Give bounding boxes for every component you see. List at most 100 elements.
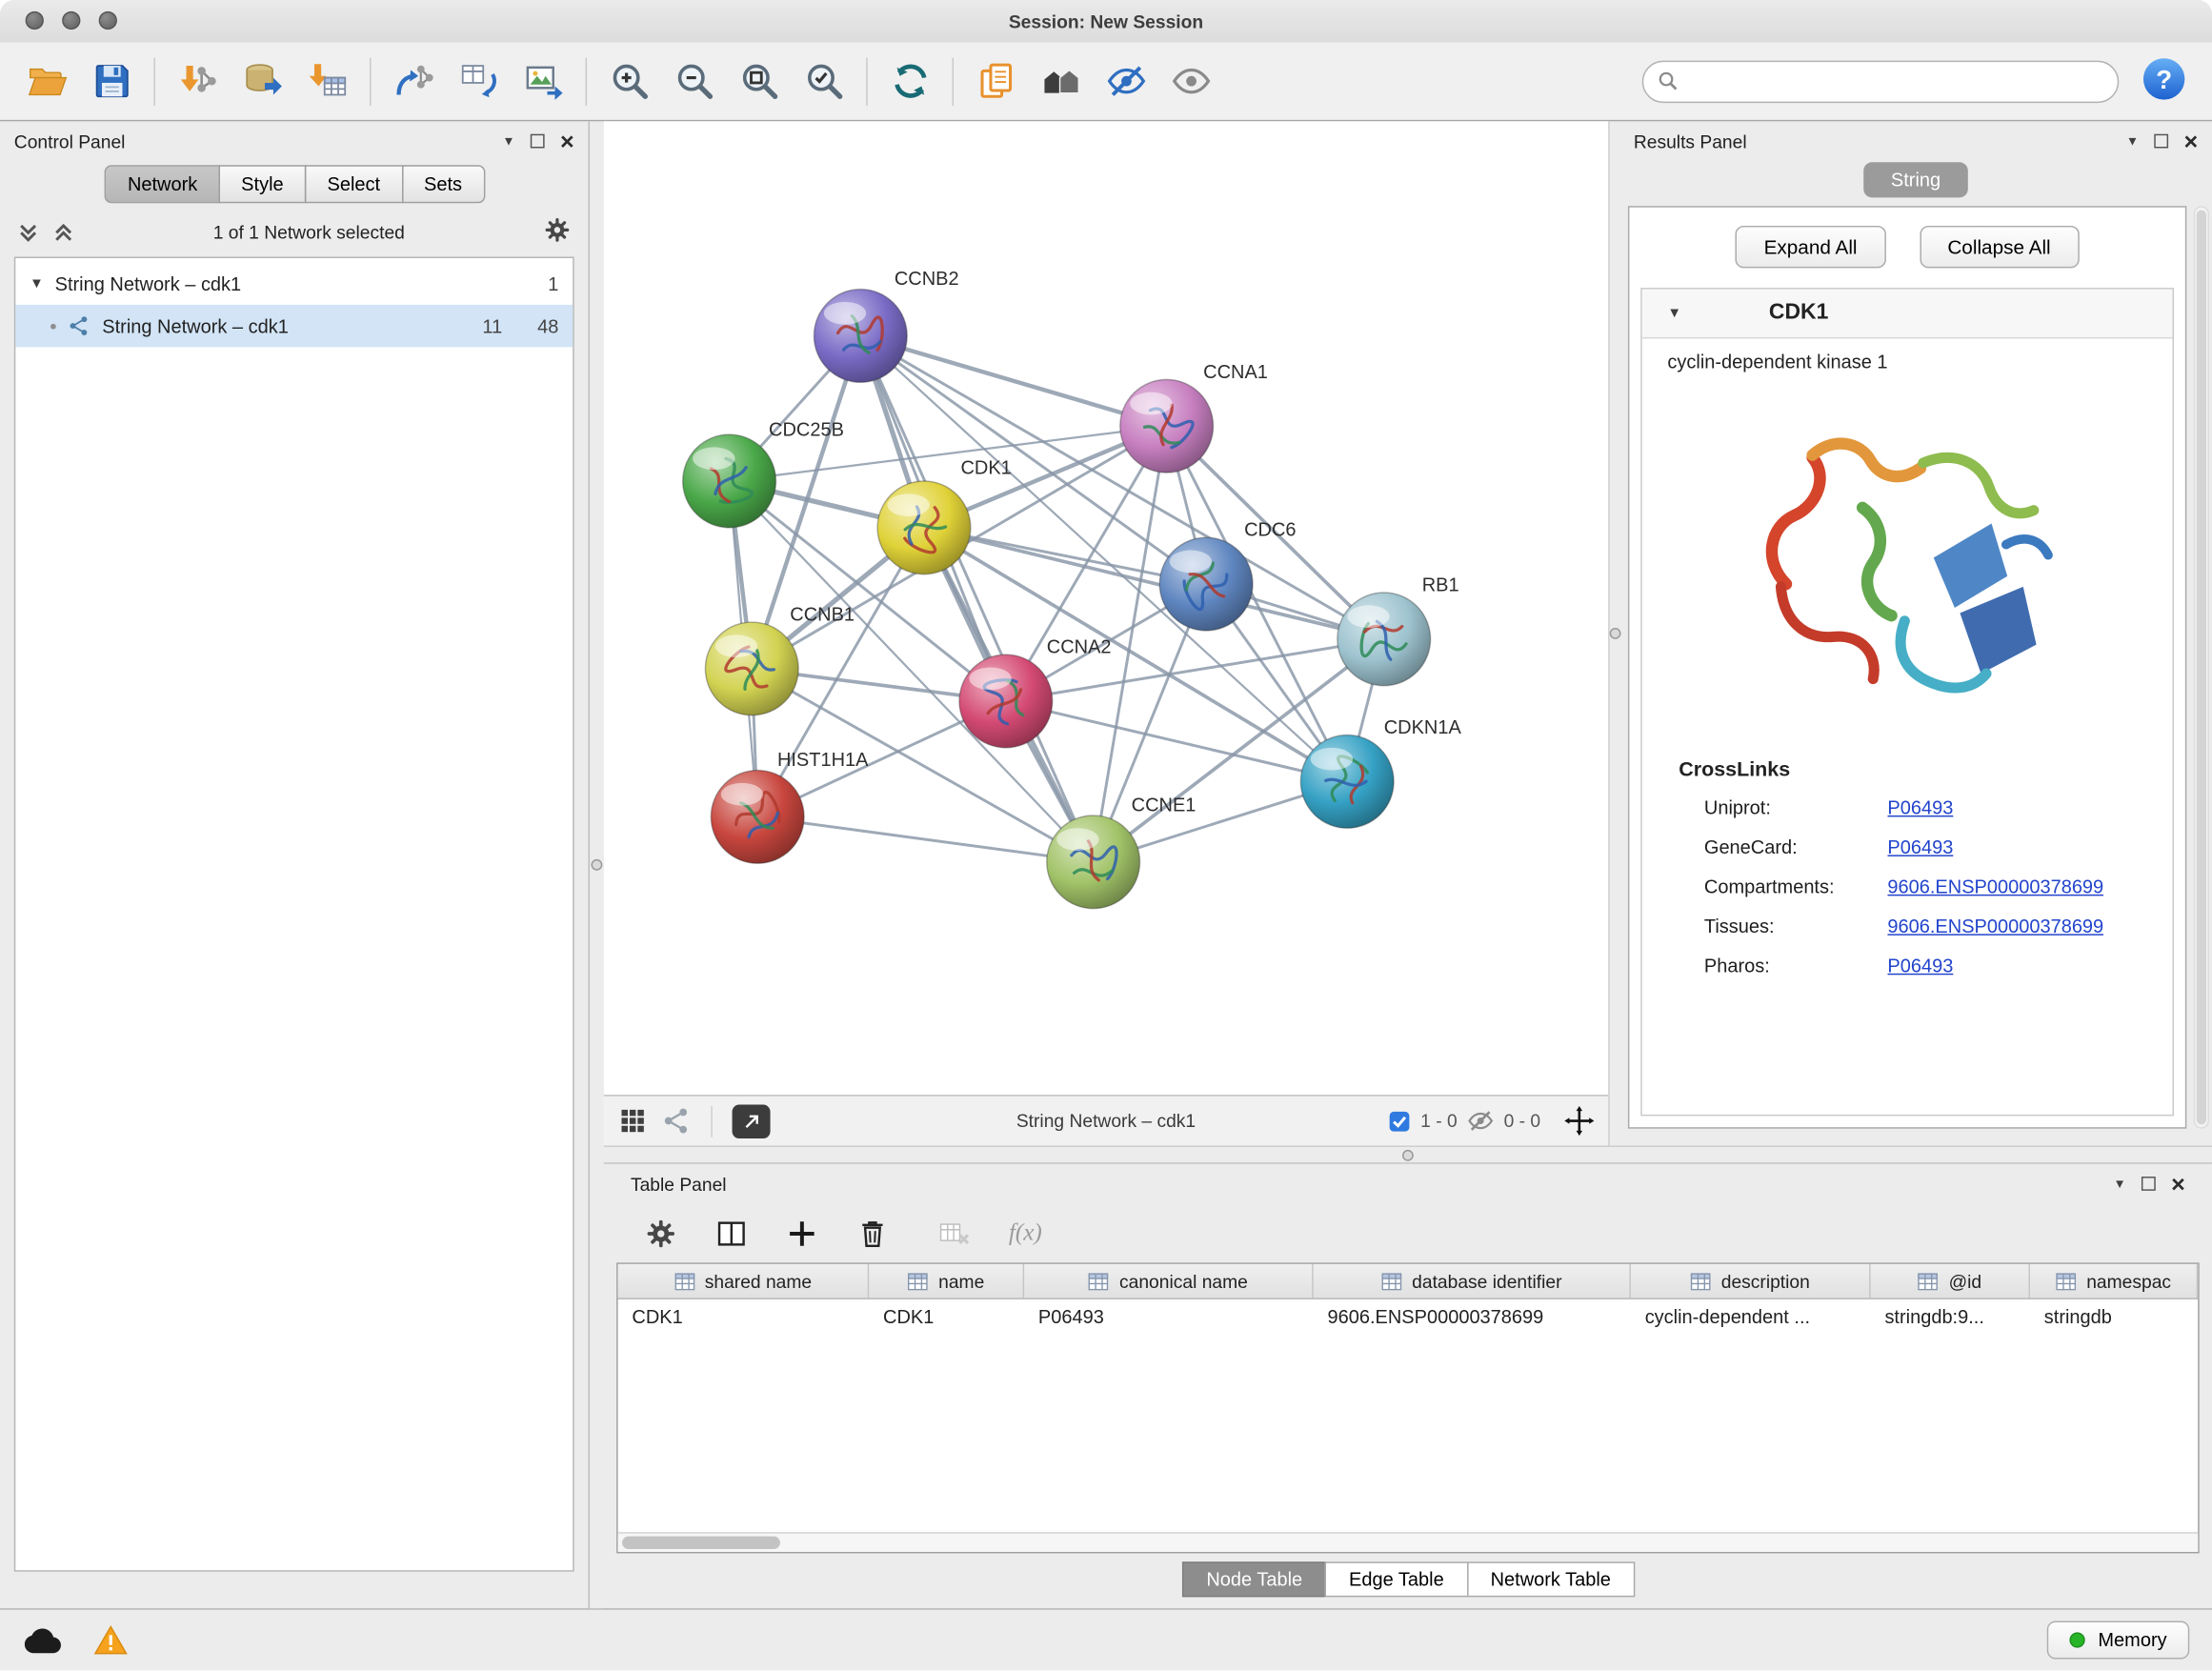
zoom-fit-button[interactable] [727,50,792,112]
table-cell[interactable]: P06493 [1024,1299,1314,1337]
collapse-all-button[interactable]: Collapse All [1920,226,2080,268]
horizontal-splitter[interactable] [604,1145,2212,1163]
network-node-HIST1H1A[interactable] [711,771,804,864]
warning-icon[interactable] [93,1623,129,1658]
column-header[interactable]: shared name [618,1264,870,1299]
function-builder-button[interactable]: f(x) [1009,1218,1042,1247]
table-cell[interactable]: cyclin-dependent ... [1631,1299,1871,1337]
open-session-button[interactable] [14,50,79,112]
column-header[interactable]: description [1631,1264,1871,1299]
panel-collapse-icon[interactable]: ▼ [2114,1177,2126,1191]
network-node-CDK1[interactable] [877,481,971,574]
results-scrollbar[interactable] [2194,206,2209,1128]
zoom-window-icon[interactable] [99,11,117,30]
new-network-button[interactable] [381,50,446,112]
genecard-link[interactable]: P06493 [1887,836,1953,856]
search-input[interactable] [1689,70,2103,91]
memory-button[interactable]: Memory [2047,1621,2189,1660]
table-row[interactable]: CDK1 CDK1 P06493 9606.ENSP00000378699 cy… [618,1299,2199,1337]
uniprot-link[interactable]: P06493 [1887,796,1953,817]
panel-float-icon[interactable] [2142,1177,2156,1191]
table-cell[interactable]: 9606.ENSP00000378699 [1314,1299,1631,1337]
cloud-icon[interactable] [23,1623,65,1658]
disclosure-triangle-icon[interactable]: ▼ [30,276,44,292]
fit-content-icon[interactable] [1564,1106,1594,1136]
network-row-selected[interactable]: ● String Network – cdk1 11 48 [15,305,573,347]
network-node-CCNB2[interactable] [814,290,907,383]
collapse-all-icon[interactable] [17,221,40,244]
expand-all-icon[interactable] [52,221,75,244]
tissues-link[interactable]: 9606.ENSP00000378699 [1887,915,2103,936]
network-node-CDC6[interactable] [1159,537,1253,631]
column-header[interactable]: canonical name [1024,1264,1314,1299]
delete-column-icon[interactable] [856,1217,889,1249]
gene-section-header[interactable]: ▼ CDK1 [1642,290,2173,339]
results-scrollbar-thumb[interactable] [2197,211,2206,1125]
table-scrollbar-thumb[interactable] [622,1537,780,1549]
export-image-button[interactable] [511,50,575,112]
compartments-link[interactable]: 9606.ENSP00000378699 [1887,876,2103,896]
network-node-CDC25B[interactable] [683,434,776,528]
tab-edge-table[interactable]: Edge Table [1325,1561,1468,1597]
network-node-CDKN1A[interactable] [1300,735,1394,829]
pharos-link[interactable]: P06493 [1887,955,1953,976]
tab-style[interactable]: Style [218,165,306,203]
table-cell[interactable]: CDK1 [618,1299,870,1337]
network-node-CCNA1[interactable] [1120,379,1214,473]
network-overview-icon[interactable] [662,1106,692,1136]
apply-layout-button[interactable] [877,50,942,112]
hide-selected-button[interactable] [1094,50,1158,112]
show-all-button[interactable] [1158,50,1223,112]
help-button[interactable] [2139,55,2189,106]
panel-close-icon[interactable]: × [2171,1172,2185,1196]
zoom-selected-button[interactable] [792,50,856,112]
panel-close-icon[interactable]: × [560,129,574,152]
panel-close-icon[interactable]: × [2183,129,2198,152]
right-splitter[interactable] [1608,121,1619,1145]
table-settings-gear-icon[interactable] [645,1217,677,1249]
table-horizontal-scrollbar[interactable] [618,1532,2199,1552]
network-collection-row[interactable]: ▼ String Network – cdk1 1 [15,262,573,304]
selected-checkbox-icon[interactable] [1388,1110,1411,1133]
tab-network-table[interactable]: Network Table [1466,1561,1635,1597]
panel-float-icon[interactable] [2154,134,2168,149]
expand-all-button[interactable]: Expand All [1736,226,1885,268]
tab-node-table[interactable]: Node Table [1182,1561,1326,1597]
network-node-CCNB1[interactable] [705,622,798,715]
panel-collapse-icon[interactable]: ▼ [2126,134,2139,149]
zoom-out-button[interactable] [662,50,727,112]
column-header[interactable]: database identifier [1314,1264,1631,1299]
left-splitter[interactable] [590,121,604,1608]
detach-view-button[interactable] [733,1104,771,1138]
show-columns-icon[interactable] [715,1217,748,1249]
network-options-button[interactable] [543,216,572,249]
column-header[interactable]: name [869,1264,1024,1299]
gene-disclosure-icon[interactable]: ▼ [1667,306,1681,321]
table-cell[interactable]: stringdb [2030,1299,2198,1337]
minimize-window-icon[interactable] [62,11,80,30]
column-header[interactable]: @id [1871,1264,2030,1299]
tab-string[interactable]: String [1864,162,1968,197]
panel-float-icon[interactable] [531,134,545,149]
import-network-file-button[interactable] [165,50,230,112]
panel-collapse-icon[interactable]: ▼ [502,134,514,149]
zoom-in-button[interactable] [596,50,661,112]
table-cell[interactable]: CDK1 [869,1299,1024,1337]
close-window-icon[interactable] [26,11,44,30]
copy-style-button[interactable] [963,50,1028,112]
column-header[interactable]: namespac [2030,1264,2198,1299]
network-node-CCNE1[interactable] [1047,815,1140,909]
save-session-button[interactable] [79,50,144,112]
tab-select[interactable]: Select [305,165,403,203]
tab-network[interactable]: Network [105,165,220,203]
network-node-RB1[interactable] [1337,593,1431,686]
birdseye-button[interactable] [1029,50,1094,112]
import-network-database-button[interactable] [230,50,294,112]
search-box[interactable] [1642,60,2120,102]
network-graph[interactable]: CCNB2CCNA1CDC25BCDK1CDC6RB1CCNB1CCNA2CDK… [604,121,1608,1095]
tab-sets[interactable]: Sets [401,165,484,203]
grid-view-icon[interactable] [618,1106,648,1136]
table-cell[interactable]: stringdb:9... [1871,1299,2030,1337]
network-node-CCNA2[interactable] [959,654,1053,748]
clone-network-button[interactable] [446,50,511,112]
